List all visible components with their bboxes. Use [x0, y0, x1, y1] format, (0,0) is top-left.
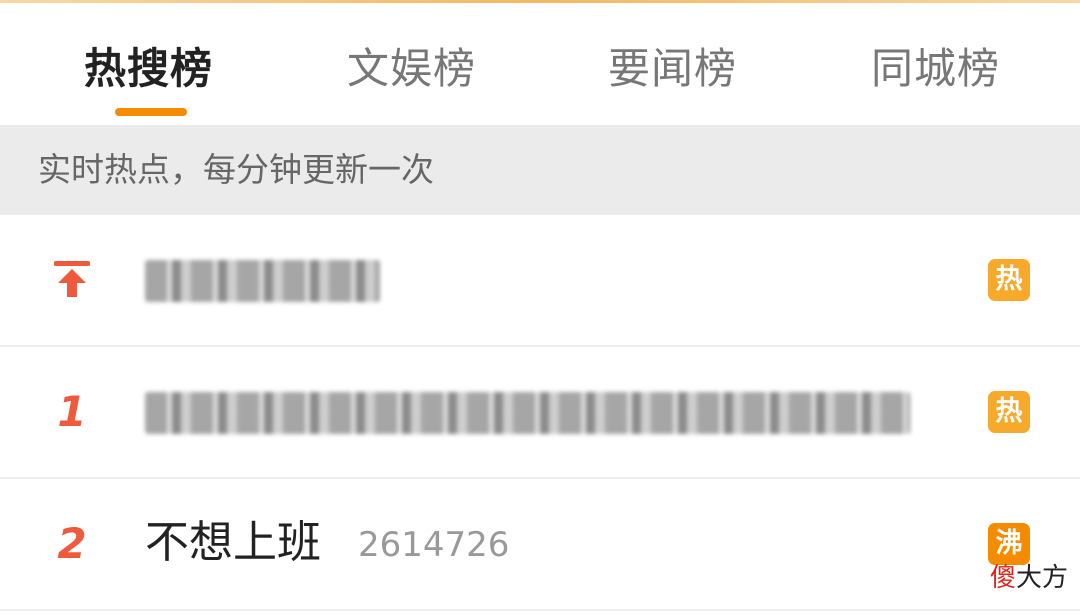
watermark: 傻大方: [990, 560, 1068, 596]
hot-list-item-2[interactable]: 2 不想上班 2614726 沸: [0, 479, 1080, 611]
watermark-first-char: 傻: [990, 563, 1017, 593]
tab-entertainment[interactable]: 文娱榜: [347, 39, 476, 99]
blurred-title: [145, 392, 910, 434]
hot-list-item-pinned[interactable]: 热: [0, 215, 1080, 347]
pin-top-icon: [54, 261, 90, 297]
hot-badge: 热: [988, 391, 1030, 433]
boiling-badge: 沸: [988, 523, 1030, 565]
rank-number: 1: [57, 387, 87, 436]
tab-hot-search[interactable]: 热搜榜: [84, 39, 213, 99]
hot-list-item-1[interactable]: 1 热: [0, 347, 1080, 479]
active-tab-indicator: [115, 108, 187, 116]
blurred-title: [145, 260, 380, 302]
rank-number: 2: [57, 519, 87, 568]
item-title: 不想上班: [145, 517, 321, 568]
tab-local[interactable]: 同城榜: [871, 39, 1000, 99]
realtime-notice-text: 实时热点，每分钟更新一次: [38, 150, 434, 189]
realtime-notice-bar: 实时热点，每分钟更新一次: [0, 125, 1080, 215]
item-heat-count: 2614726: [358, 525, 510, 565]
hot-badge: 热: [988, 259, 1030, 301]
watermark-rest: 大方: [1016, 563, 1069, 593]
tab-news[interactable]: 要闻榜: [608, 39, 737, 99]
tab-bar: 热搜榜 文娱榜 要闻榜 同城榜: [0, 3, 1080, 125]
